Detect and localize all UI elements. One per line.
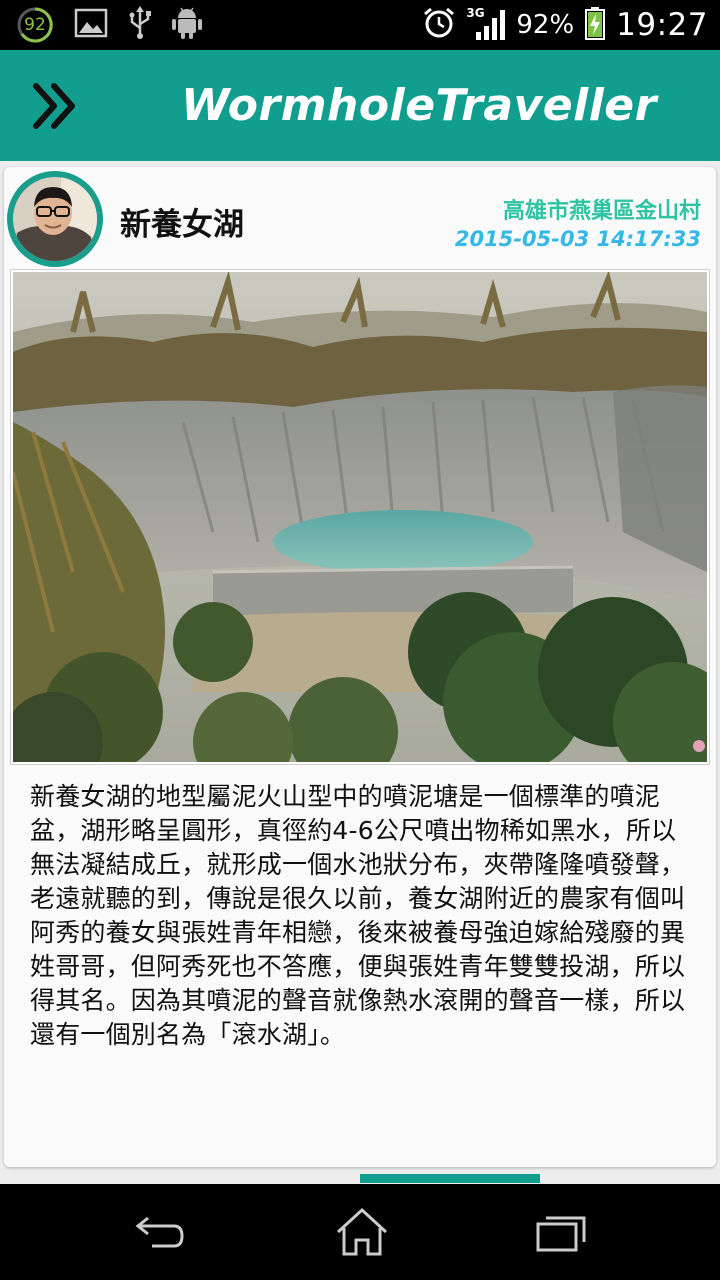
navigation-bar (0, 1184, 720, 1280)
signal-icon: 3G (466, 6, 506, 42)
alarm-icon (422, 6, 456, 44)
home-button[interactable] (332, 1206, 392, 1258)
clock: 19:27 (616, 7, 708, 43)
battery-charging-icon (584, 6, 606, 44)
home-icon (336, 1207, 388, 1256)
status-bar: 92 3G 92% 19:27 (0, 0, 720, 50)
location-label: 高雄市燕巢區金山村 (502, 199, 701, 224)
battery-percent: 92% (516, 10, 575, 40)
place-name: 新養女湖 (120, 207, 244, 243)
notification-badge-icon: 92 (16, 6, 54, 44)
app-title: WormholeTraveller (181, 80, 657, 131)
back-icon (135, 1216, 184, 1248)
post-description: 新養女湖的地型屬泥火山型中的噴泥塘是一個標準的噴泥盆，湖形略呈圓形，真徑約4-6… (30, 782, 686, 1049)
app-bar: WormholeTraveller (0, 50, 720, 161)
recent-apps-button[interactable] (530, 1206, 590, 1258)
android-icon (172, 6, 202, 44)
recent-apps-icon (536, 1216, 586, 1252)
page-indicator (360, 1174, 540, 1183)
back-button[interactable] (134, 1206, 194, 1258)
post-datetime: 2015-05-03 14:17:33 (454, 227, 701, 251)
menu-button[interactable] (28, 80, 84, 132)
avatar[interactable] (7, 171, 103, 267)
app-screen: 92 3G 92% 19:27 WormholeTraveller 新養女湖 高… (0, 0, 720, 1280)
notification-count: 92 (24, 15, 46, 35)
usb-icon (128, 6, 152, 44)
post-card[interactable]: 新養女湖 高雄市燕巢區金山村 2015-05-03 14:17:33 新養女湖的… (4, 167, 716, 1167)
post-photo[interactable] (10, 269, 710, 765)
avatar-photo (13, 177, 97, 261)
double-chevron-right-icon (33, 83, 75, 129)
image-icon (74, 8, 108, 42)
status-bar-left: 92 (16, 6, 202, 44)
status-bar-right: 3G 92% 19:27 (422, 6, 708, 44)
